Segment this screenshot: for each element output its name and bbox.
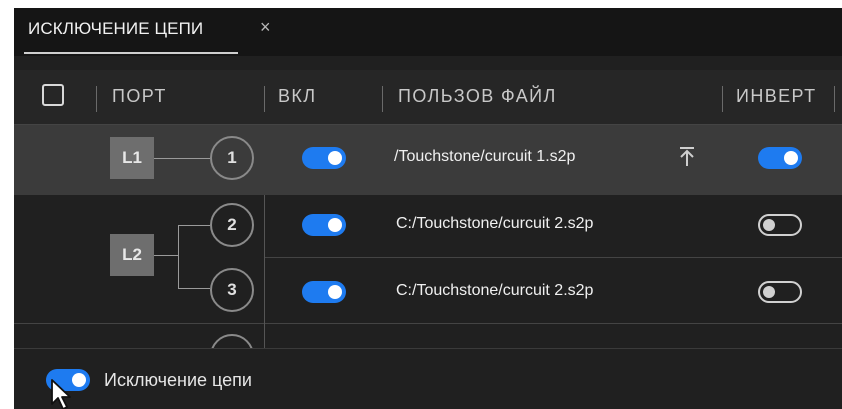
circuit-exclusion-label: Исключение цепи [104, 370, 252, 390]
tab-label: ИСКЛЮЧЕНИЕ ЦЕПИ [28, 19, 204, 38]
row-divider [14, 323, 842, 324]
invert-toggle[interactable] [758, 214, 802, 236]
column-divider [264, 86, 265, 112]
invert-toggle[interactable] [758, 147, 802, 169]
port-number: 2 [210, 203, 254, 247]
close-icon[interactable]: × [260, 17, 271, 38]
connector-line [154, 255, 178, 256]
column-header-invert: ИНВЕРТ [736, 86, 817, 106]
user-file-path[interactable]: C:/Touchstone/curcuit 2.s2p [396, 282, 593, 300]
enable-toggle[interactable] [302, 281, 346, 303]
mouse-pointer-icon [51, 379, 71, 409]
circuit-exclusion-panel: ИСКЛЮЧЕНИЕ ЦЕПИ × ПОРТ ВКЛ ПОЛЬЗОВ ФАЙЛ … [14, 8, 842, 409]
upload-icon[interactable] [678, 146, 696, 168]
column-divider [96, 86, 97, 112]
line-label-l2: L2 [110, 234, 154, 276]
column-header-user-file: ПОЛЬЗОВ ФАЙЛ [398, 86, 557, 106]
connector-line [178, 225, 179, 289]
user-file-path[interactable]: C:/Touchstone/curcuit 2.s2p [396, 215, 593, 233]
connector-line [178, 225, 210, 226]
connector-line [178, 288, 210, 289]
select-all-checkbox[interactable] [42, 84, 64, 106]
user-file-path[interactable]: /Touchstone/curcuit 1.s2p [394, 148, 575, 166]
connector-line [154, 158, 210, 159]
port-number: 1 [210, 136, 254, 180]
row-divider [264, 257, 842, 258]
tab-active-indicator [24, 52, 238, 54]
column-header-enable: ВКЛ [278, 86, 317, 106]
enable-toggle[interactable] [302, 214, 346, 236]
column-header-port: ПОРТ [112, 86, 167, 106]
group-divider [264, 195, 265, 348]
column-divider [382, 86, 383, 112]
enable-toggle[interactable] [302, 147, 346, 169]
invert-toggle[interactable] [758, 281, 802, 303]
port-number: 3 [210, 268, 254, 312]
column-divider [722, 86, 723, 112]
column-divider [834, 86, 835, 112]
tab-bar: ИСКЛЮЧЕНИЕ ЦЕПИ × [14, 8, 842, 56]
line-label-l1: L1 [110, 137, 154, 179]
